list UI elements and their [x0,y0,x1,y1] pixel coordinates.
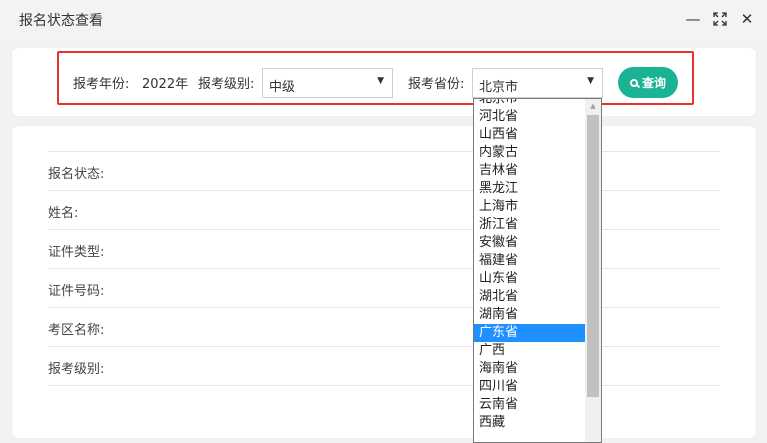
dropdown-option[interactable]: 北京市 [474,99,585,108]
dropdown-option[interactable]: 云南省 [474,396,585,414]
name-label: 姓名: [48,206,79,221]
detail-level-label: 报考级别: [48,362,105,377]
dropdown-option[interactable]: 安徽省 [474,234,585,252]
exam-area-label: 考区名称: [48,323,105,338]
dropdown-option[interactable]: 吉林省 [474,162,585,180]
level-select-value: 中级 [269,80,296,95]
id-number-label: 证件号码: [48,284,105,299]
dropdown-option[interactable]: 湖南省 [474,306,585,324]
title-bar: 报名状态查看 — ✕ [0,0,767,40]
dropdown-option[interactable]: 浙江省 [474,216,585,234]
window-title: 报名状态查看 [19,13,103,29]
scroll-up-icon[interactable]: ▲ [585,99,601,113]
id-type-label: 证件类型: [48,245,105,260]
detail-row-level: 报考级别: [48,347,720,386]
chevron-down-icon: ▼ [377,76,384,86]
level-select[interactable]: 中级 ▼ [262,68,393,98]
dropdown-option[interactable]: 西藏 [474,414,585,432]
detail-row-id-number: 证件号码: [48,269,720,308]
dropdown-option[interactable]: 黑龙江 [474,180,585,198]
detail-row-name: 姓名: [48,191,720,230]
dropdown-option[interactable]: 湖北省 [474,288,585,306]
dropdown-option[interactable]: 上海市 [474,198,585,216]
dropdown-option[interactable]: 山东省 [474,270,585,288]
dropdown-option[interactable]: 内蒙古 [474,144,585,162]
scrollbar-thumb[interactable] [587,115,599,397]
detail-row-status: 报名状态: [48,152,720,191]
minimize-icon[interactable]: — [684,10,702,28]
dropdown-option[interactable]: 山西省 [474,126,585,144]
query-button-label: 查询 [641,76,666,90]
chevron-down-icon: ▼ [587,76,594,86]
province-select[interactable]: 北京市 ▼ [472,68,603,98]
maximize-icon[interactable] [711,10,729,28]
year-label: 报考年份: [73,77,130,92]
level-label: 报考级别: [198,77,255,92]
status-label: 报名状态: [48,167,105,182]
dropdown-option[interactable]: 广西 [474,342,585,360]
province-label: 报考省份: [408,77,465,92]
detail-row-id-type: 证件类型: [48,230,720,269]
province-select-value: 北京市 [479,80,519,95]
query-button[interactable]: 查询 [618,67,678,98]
close-icon[interactable]: ✕ [738,10,756,28]
search-icon [629,78,638,87]
dropdown-option[interactable]: 海南省 [474,360,585,378]
dropdown-option[interactable]: 广东省 [474,324,585,342]
year-value: 2022年 [142,77,189,92]
dropdown-option[interactable]: 河北省 [474,108,585,126]
scrollbar[interactable]: ▲ [585,99,601,442]
province-dropdown-list[interactable]: 西藏 云南省 四川省 海南省 广西 广东省 湖南省 湖北省 山东省 福建省 安徽省 浙江省 上海市 黑龙江… [473,98,602,443]
dropdown-option[interactable]: 福建省 [474,252,585,270]
detail-row-exam-area: 考区名称: [48,308,720,347]
dropdown-option[interactable]: 四川省 [474,378,585,396]
